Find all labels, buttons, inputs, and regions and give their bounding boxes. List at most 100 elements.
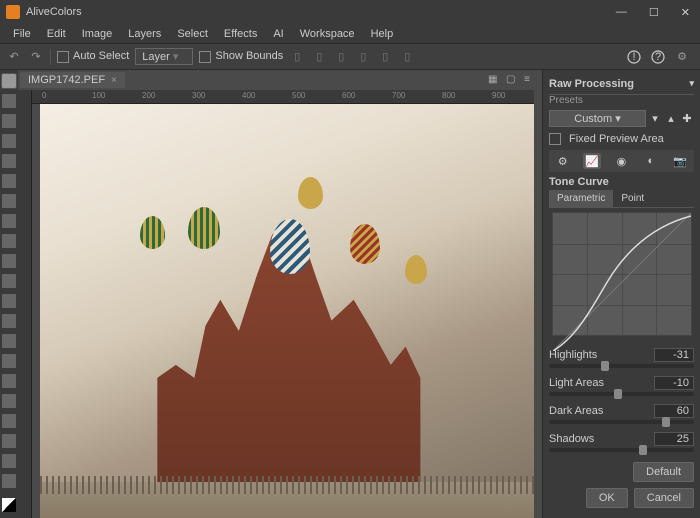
tool-wand[interactable] [2, 134, 16, 148]
fixed-preview-checkbox[interactable] [549, 133, 561, 145]
auto-select-checkbox[interactable]: Auto Select [57, 50, 129, 62]
light-areas-thumb[interactable] [614, 389, 622, 399]
tool-d[interactable] [2, 474, 16, 488]
align-icon-4[interactable]: ▯ [355, 49, 371, 65]
shadows-track[interactable] [549, 448, 694, 452]
tone-curve-graph[interactable] [552, 212, 692, 336]
show-bounds-checkbox[interactable]: Show Bounds [199, 50, 283, 62]
presets-combo-value: Custom [574, 113, 612, 125]
menu-file[interactable]: File [6, 26, 38, 42]
dark-areas-track[interactable] [549, 420, 694, 424]
menu-edit[interactable]: Edit [40, 26, 73, 42]
tool-eraser[interactable] [2, 234, 16, 248]
tool-a[interactable] [2, 414, 16, 428]
shadows-value[interactable]: 25 [654, 432, 694, 446]
tab-action-window-icon[interactable]: ▢ [506, 74, 518, 86]
menu-select[interactable]: Select [170, 26, 215, 42]
color-swatch[interactable] [2, 498, 16, 512]
align-icon-2[interactable]: ▯ [311, 49, 327, 65]
tab-point[interactable]: Point [613, 190, 652, 207]
highlights-track[interactable] [549, 364, 694, 368]
tool-sharpen[interactable] [2, 314, 16, 328]
ok-button[interactable]: OK [586, 488, 628, 508]
curve-line [553, 213, 691, 351]
menu-bar: File Edit Image Layers Select Effects AI… [0, 24, 700, 44]
view-eye-icon[interactable]: ◉ [612, 153, 630, 169]
tone-curve-title: Tone Curve [549, 172, 694, 190]
tool-brush[interactable] [2, 194, 16, 208]
shadows-thumb[interactable] [639, 445, 647, 455]
align-icon-3[interactable]: ▯ [333, 49, 349, 65]
tool-hand[interactable] [2, 374, 16, 388]
light-areas-slider: Light Areas -10 [549, 376, 694, 396]
menu-effects[interactable]: Effects [217, 26, 264, 42]
tool-move[interactable] [2, 74, 16, 88]
preset-add-icon[interactable]: ✚ [680, 112, 694, 126]
view-toggle-icon[interactable]: ◐ [642, 153, 660, 169]
dark-areas-thumb[interactable] [662, 417, 670, 427]
tool-blur[interactable] [2, 294, 16, 308]
document-tab[interactable]: IMGP1742.PEF × [20, 72, 125, 88]
document-tab-close-icon[interactable]: × [111, 75, 117, 86]
auto-select-label: Auto Select [73, 50, 129, 62]
ruler-horizontal: 0 100 200 300 400 500 600 700 800 900 [26, 90, 534, 104]
view-settings-icon[interactable]: ⚙ [554, 153, 572, 169]
undo-icon[interactable]: ↶ [6, 49, 22, 65]
raw-processing-panel: Raw Processing ▾ Presets Custom ▾ ▾ ▴ ✚ … [542, 70, 700, 518]
tool-select[interactable] [2, 94, 16, 108]
menu-workspace[interactable]: Workspace [293, 26, 362, 42]
fixed-preview-label: Fixed Preview Area [569, 133, 664, 145]
panel-title: Raw Processing [549, 78, 634, 90]
tool-zoom[interactable] [2, 394, 16, 408]
menu-image[interactable]: Image [75, 26, 120, 42]
preset-save-icon[interactable]: ▾ [648, 112, 662, 126]
align-icon-5[interactable]: ▯ [377, 49, 393, 65]
layer-combo[interactable]: Layer ▾ [135, 48, 193, 65]
help-icon[interactable]: ? [650, 49, 666, 65]
ruler-vertical [18, 90, 32, 518]
gear-icon[interactable]: ⚙ [674, 49, 690, 65]
light-areas-label: Light Areas [549, 377, 604, 389]
image-canvas[interactable] [40, 104, 534, 518]
menu-help[interactable]: Help [364, 26, 401, 42]
tab-parametric[interactable]: Parametric [549, 190, 613, 207]
tool-shape[interactable] [2, 354, 16, 368]
close-button[interactable]: ✕ [677, 4, 694, 21]
tool-c[interactable] [2, 454, 16, 468]
minimize-button[interactable]: — [612, 4, 631, 21]
light-areas-value[interactable]: -10 [654, 376, 694, 390]
light-areas-track[interactable] [549, 392, 694, 396]
tool-gradient[interactable] [2, 274, 16, 288]
options-toolbar: ↶ ↷ Auto Select Layer ▾ Show Bounds ▯ ▯ … [0, 44, 700, 70]
dark-areas-value[interactable]: 60 [654, 404, 694, 418]
cancel-button[interactable]: Cancel [634, 488, 694, 508]
notice-icon[interactable]: ! [626, 49, 642, 65]
tab-action-menu-icon[interactable]: ≡ [524, 74, 536, 86]
tool-eyedropper[interactable] [2, 174, 16, 188]
tool-lasso[interactable] [2, 114, 16, 128]
tool-clone[interactable] [2, 214, 16, 228]
panel-collapse-icon[interactable]: ▾ [689, 78, 694, 90]
highlights-slider: Highlights-31 [549, 348, 694, 368]
title-bar: AliveColors — ☐ ✕ [0, 0, 700, 24]
redo-icon[interactable]: ↷ [28, 49, 44, 65]
presets-combo[interactable]: Custom ▾ [549, 110, 646, 127]
shadows-slider: Shadows25 [549, 432, 694, 452]
dark-areas-slider: Dark Areas60 [549, 404, 694, 424]
highlights-thumb[interactable] [601, 361, 609, 371]
app-title: AliveColors [26, 6, 82, 18]
tool-crop[interactable] [2, 154, 16, 168]
tab-action-layout-icon[interactable]: ▦ [488, 74, 500, 86]
preset-load-icon[interactable]: ▴ [664, 112, 678, 126]
menu-ai[interactable]: AI [266, 26, 290, 42]
tool-text[interactable] [2, 334, 16, 348]
default-button[interactable]: Default [633, 462, 694, 482]
view-snapshot-icon[interactable]: 📷 [671, 153, 689, 169]
align-icon-6[interactable]: ▯ [399, 49, 415, 65]
menu-layers[interactable]: Layers [121, 26, 168, 42]
tool-b[interactable] [2, 434, 16, 448]
align-icon-1[interactable]: ▯ [289, 49, 305, 65]
view-curve-icon[interactable]: 📈 [583, 153, 601, 169]
tool-fill[interactable] [2, 254, 16, 268]
maximize-button[interactable]: ☐ [645, 4, 663, 21]
